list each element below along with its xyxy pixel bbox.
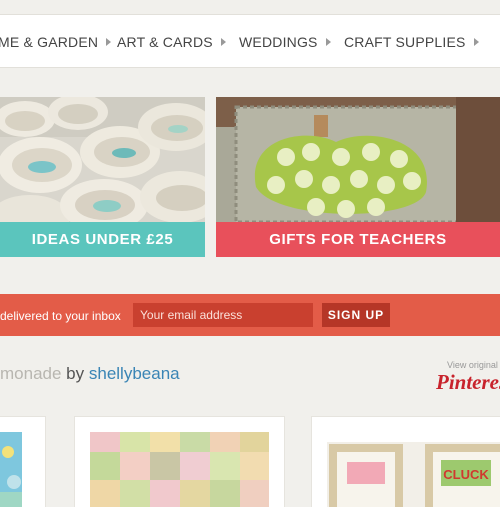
email-input[interactable] xyxy=(133,303,313,327)
cluck-sign-text: CLUCK xyxy=(443,467,489,482)
board-title: monade by shellybeana xyxy=(0,364,180,384)
framed-cluck-art-photo: CLUCK xyxy=(327,442,500,507)
sign-up-button[interactable]: SIGN UP xyxy=(322,303,390,327)
nav-item-weddings[interactable]: WEDDINGS xyxy=(239,15,331,67)
promo-tile-gifts-under-25[interactable]: IDEAS UNDER £25 xyxy=(0,97,205,257)
caret-right-icon xyxy=(473,38,479,46)
promo-tile-gifts-for-teachers[interactable]: GIFTS FOR TEACHERS xyxy=(216,97,500,257)
ceramic-bowls-photo xyxy=(0,97,205,222)
board-user-link[interactable]: shellybeana xyxy=(89,364,180,383)
promo-caption: GIFTS FOR TEACHERS xyxy=(216,222,500,257)
newsletter-bar: delivered to your inbox SIGN UP xyxy=(0,294,500,336)
pin-card[interactable] xyxy=(0,417,45,507)
pinterest-logo[interactable]: Pinteres xyxy=(436,370,500,395)
nav-item-craft-supplies[interactable]: CRAFT SUPPLIES xyxy=(344,15,479,67)
caret-right-icon xyxy=(220,38,226,46)
nav-item-home-garden[interactable]: ME & GARDEN xyxy=(0,15,112,67)
nav-item-label: CRAFT SUPPLIES xyxy=(344,34,466,50)
newsletter-text: delivered to your inbox xyxy=(0,309,121,323)
pin-card[interactable]: CLUCK xyxy=(312,417,500,507)
by-label: by xyxy=(66,364,85,383)
apple-pouch-photo xyxy=(216,97,500,222)
patchwork-quilt-photo xyxy=(90,432,269,507)
pin-card[interactable] xyxy=(75,417,284,507)
board-name[interactable]: monade xyxy=(0,364,61,383)
caret-right-icon xyxy=(106,38,112,46)
nav-item-art-cards[interactable]: ART & CARDS xyxy=(117,15,226,67)
caret-right-icon xyxy=(325,38,331,46)
nav-item-label: ART & CARDS xyxy=(117,34,213,50)
blue-craft-photo xyxy=(0,432,22,507)
view-original-link[interactable]: View original xyxy=(447,360,498,370)
category-nav: ME & GARDEN ART & CARDS WEDDINGS CRAFT S… xyxy=(0,14,500,68)
nav-item-label: WEDDINGS xyxy=(239,34,318,50)
nav-item-label: ME & GARDEN xyxy=(0,34,99,50)
promo-caption: IDEAS UNDER £25 xyxy=(0,222,205,257)
